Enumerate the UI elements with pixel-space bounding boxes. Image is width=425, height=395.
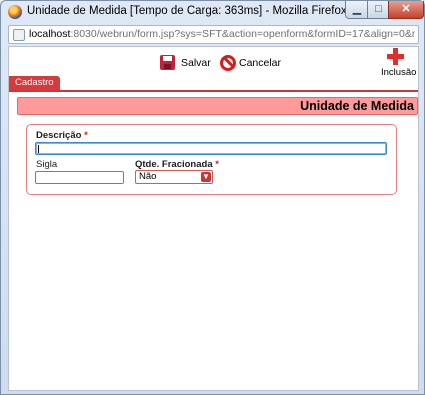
sigla-input[interactable] — [35, 171, 124, 184]
close-icon: ✕ — [401, 3, 411, 15]
maximize-icon: □ — [375, 3, 382, 15]
url-host: localhost — [29, 28, 71, 40]
fracionada-label-text: Qtde. Fracionada — [135, 159, 213, 170]
cancel-button[interactable]: Cancelar — [220, 55, 281, 71]
fracionada-selected-value: Não — [139, 171, 157, 182]
floppy-disk-icon — [160, 55, 175, 70]
required-marker-2: * — [215, 159, 219, 170]
address-bar[interactable]: localhost:8030/webrun/form.jsp?sys=SFT&a… — [8, 25, 419, 44]
browser-window: Unidade de Medida [Tempo de Carga: 363ms… — [0, 0, 425, 395]
section-title: Unidade de Medida — [300, 99, 414, 113]
title-bar: Unidade de Medida [Tempo de Carga: 363ms… — [1, 1, 424, 23]
url-path: :8030/webrun/form.jsp?sys=SFT&action=ope… — [70, 28, 415, 40]
cancel-label: Cancelar — [239, 57, 282, 69]
tab-cadastro[interactable]: Cadastro — [9, 76, 60, 90]
descricao-input[interactable] — [35, 142, 387, 155]
firefox-icon — [8, 5, 22, 19]
sigla-label: Sigla — [36, 159, 58, 170]
descricao-label: Descrição * — [36, 130, 88, 141]
text-caret — [38, 145, 39, 153]
page-content: Salvar Cancelar Inclusão Cadastro Unidad… — [8, 46, 419, 391]
url-text[interactable]: localhost:8030/webrun/form.jsp?sys=SFT&a… — [29, 28, 415, 40]
minimize-icon: ▁ — [352, 3, 362, 15]
fracionada-label: Qtde. Fracionada * — [135, 159, 219, 170]
window-title: Unidade de Medida [Tempo de Carga: 363ms… — [27, 5, 347, 17]
close-button[interactable]: ✕ — [388, 1, 424, 19]
fracionada-select[interactable]: Não ▼ — [135, 170, 213, 184]
plus-icon — [387, 48, 404, 65]
section-header: Unidade de Medida — [17, 97, 418, 115]
descricao-label-text: Descrição — [36, 130, 82, 141]
chevron-down-icon[interactable]: ▼ — [201, 172, 211, 182]
maximize-button[interactable]: □ — [367, 1, 390, 19]
form-fieldset: Descrição * Sigla Qtde. Fracionada * Não… — [26, 124, 397, 195]
save-button[interactable]: Salvar — [160, 55, 211, 70]
required-marker: * — [84, 130, 88, 141]
save-label: Salvar — [181, 56, 211, 69]
page-icon — [13, 29, 25, 41]
tab-strip: Cadastro — [9, 76, 418, 92]
minimize-button[interactable]: ▁ — [345, 1, 369, 19]
no-entry-icon — [220, 55, 236, 71]
